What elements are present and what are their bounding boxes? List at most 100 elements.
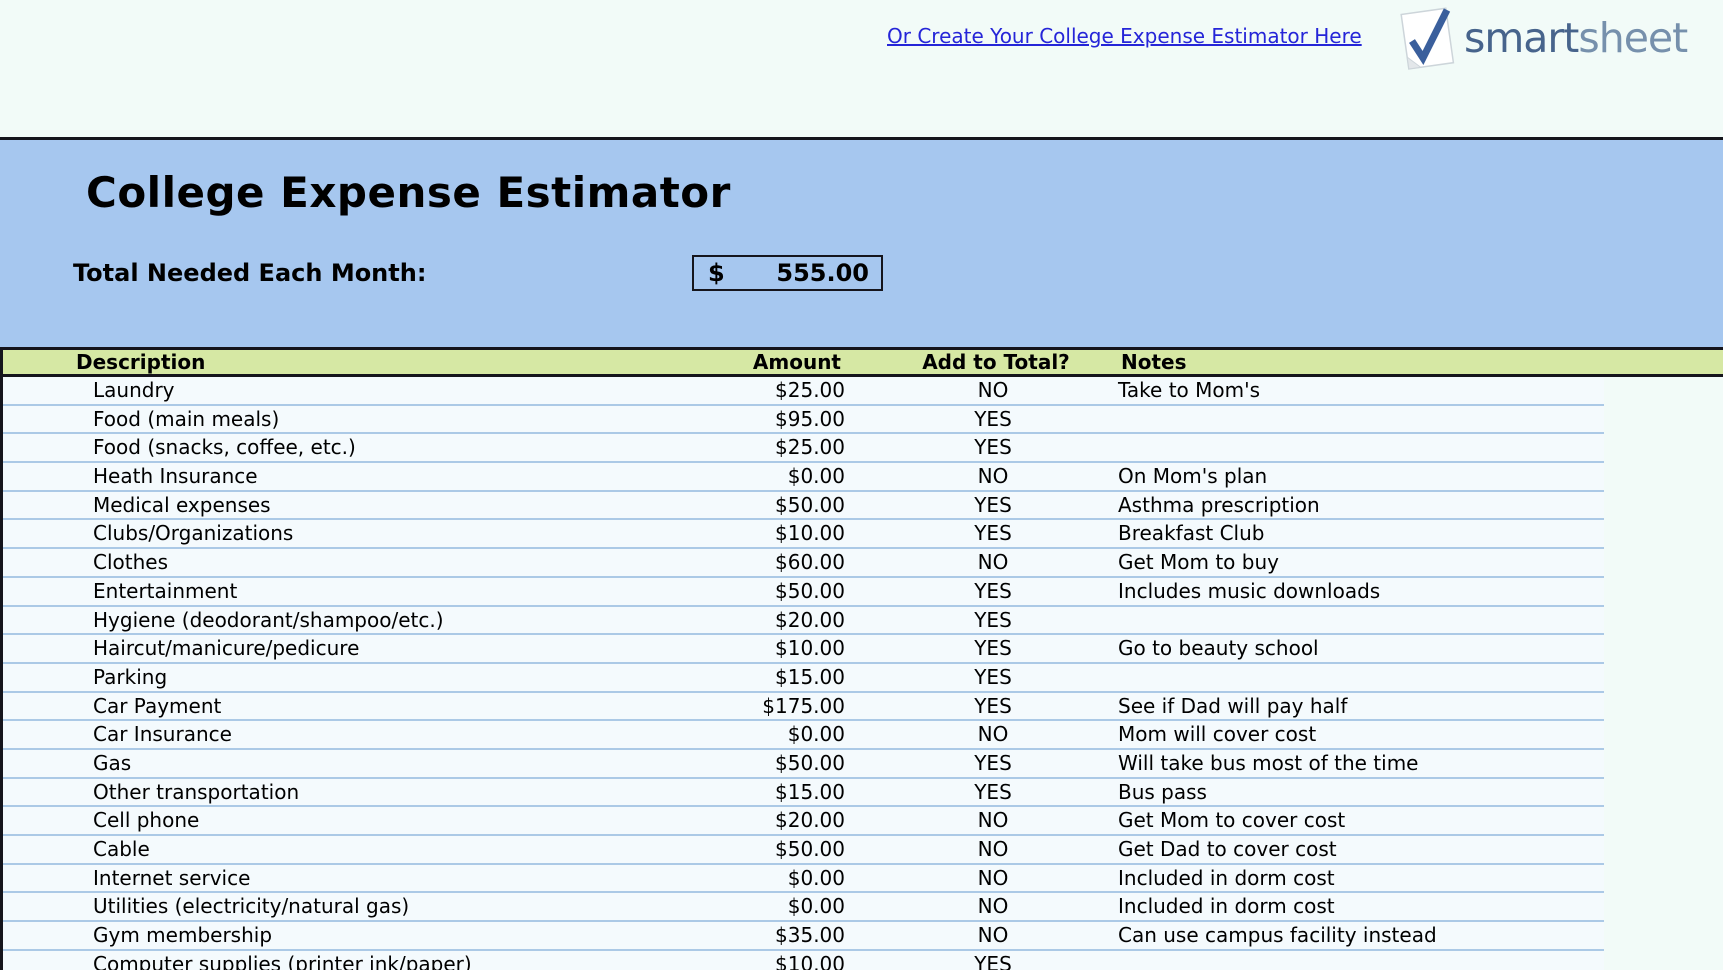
description-cell[interactable]: Food (main meals) — [93, 406, 279, 433]
add-to-total-cell[interactable]: YES — [887, 607, 1099, 634]
notes-cell[interactable]: Breakfast Club — [1118, 520, 1264, 547]
notes-cell[interactable]: Can use campus facility instead — [1118, 922, 1437, 949]
notes-cell[interactable]: Includes music downloads — [1118, 578, 1380, 605]
amount-cell[interactable]: $0.00 — [600, 893, 845, 920]
amount-cell[interactable]: $0.00 — [600, 463, 845, 490]
amount-cell[interactable]: $15.00 — [600, 779, 845, 806]
description-cell[interactable]: Entertainment — [93, 578, 237, 605]
table-row: Clothes $60.00 NO Get Mom to buy — [3, 549, 1604, 578]
notes-cell[interactable]: Get Dad to cover cost — [1118, 836, 1337, 863]
add-to-total-cell[interactable]: YES — [887, 693, 1099, 720]
amount-cell[interactable]: $50.00 — [600, 750, 845, 777]
add-to-total-cell[interactable]: YES — [887, 779, 1099, 806]
description-cell[interactable]: Cell phone — [93, 807, 199, 834]
description-cell[interactable]: Cable — [93, 836, 150, 863]
notes-cell[interactable]: Mom will cover cost — [1118, 721, 1316, 748]
description-cell[interactable]: Gas — [93, 750, 131, 777]
checkmark-page-icon — [1392, 2, 1470, 76]
amount-cell[interactable]: $35.00 — [600, 922, 845, 949]
description-cell[interactable]: Heath Insurance — [93, 463, 258, 490]
amount-cell[interactable]: $50.00 — [600, 492, 845, 519]
description-cell[interactable]: Car Insurance — [93, 721, 232, 748]
description-cell[interactable]: Hygiene (deodorant/shampoo/etc.) — [93, 607, 444, 634]
amount-cell[interactable]: $15.00 — [600, 664, 845, 691]
amount-cell[interactable]: $50.00 — [600, 578, 845, 605]
table-row: Cable $50.00 NO Get Dad to cover cost — [3, 836, 1604, 865]
notes-cell[interactable]: Included in dorm cost — [1118, 893, 1335, 920]
description-cell[interactable]: Laundry — [93, 377, 175, 404]
table-row: Gym membership $35.00 NO Can use campus … — [3, 922, 1604, 951]
amount-cell[interactable]: $10.00 — [600, 635, 845, 662]
amount-cell[interactable]: $95.00 — [600, 406, 845, 433]
notes-cell[interactable]: Get Mom to cover cost — [1118, 807, 1345, 834]
description-cell[interactable]: Internet service — [93, 865, 250, 892]
amount-cell[interactable]: $50.00 — [600, 836, 845, 863]
create-estimator-link[interactable]: Or Create Your College Expense Estimator… — [887, 24, 1362, 48]
add-to-total-cell[interactable]: YES — [887, 951, 1099, 970]
description-cell[interactable]: Computer supplies (printer ink/paper) — [93, 951, 472, 970]
table-row: Computer supplies (printer ink/paper) $1… — [3, 951, 1604, 970]
description-cell[interactable]: Medical expenses — [93, 492, 271, 519]
add-to-total-cell[interactable]: NO — [887, 836, 1099, 863]
notes-cell[interactable]: Go to beauty school — [1118, 635, 1319, 662]
add-to-total-cell[interactable]: YES — [887, 492, 1099, 519]
add-to-total-cell[interactable]: YES — [887, 635, 1099, 662]
add-to-total-cell[interactable]: YES — [887, 434, 1099, 461]
amount-cell[interactable]: $25.00 — [600, 434, 845, 461]
table-row: Entertainment $50.00 YES Includes music … — [3, 578, 1604, 607]
add-to-total-cell[interactable]: NO — [887, 807, 1099, 834]
description-cell[interactable]: Utilities (electricity/natural gas) — [93, 893, 409, 920]
notes-cell[interactable]: Take to Mom's — [1118, 377, 1260, 404]
add-to-total-cell[interactable]: NO — [887, 865, 1099, 892]
add-to-total-cell[interactable]: NO — [887, 893, 1099, 920]
add-to-total-cell[interactable]: NO — [887, 549, 1099, 576]
description-cell[interactable]: Other transportation — [93, 779, 299, 806]
amount-cell[interactable]: $10.00 — [600, 520, 845, 547]
add-to-total-cell[interactable]: NO — [887, 721, 1099, 748]
amount-cell[interactable]: $25.00 — [600, 377, 845, 404]
spreadsheet-page: Or Create Your College Expense Estimator… — [0, 0, 1723, 970]
amount-cell[interactable]: $0.00 — [600, 865, 845, 892]
table-row: Medical expenses $50.00 YES Asthma presc… — [3, 492, 1604, 521]
table-row: Hygiene (deodorant/shampoo/etc.) $20.00 … — [3, 607, 1604, 636]
amount-cell[interactable]: $175.00 — [600, 693, 845, 720]
add-to-total-cell[interactable]: YES — [887, 406, 1099, 433]
smartsheet-wordmark: smartsheet — [1464, 14, 1687, 62]
amount-cell[interactable]: $0.00 — [600, 721, 845, 748]
column-header-amount: Amount — [603, 350, 841, 374]
total-needed-cell[interactable]: $ 555.00 — [692, 255, 883, 291]
notes-cell[interactable]: Get Mom to buy — [1118, 549, 1279, 576]
notes-cell[interactable]: Will take bus most of the time — [1118, 750, 1418, 777]
table-row: Clubs/Organizations $10.00 YES Breakfast… — [3, 520, 1604, 549]
add-to-total-cell[interactable]: YES — [887, 664, 1099, 691]
notes-cell[interactable]: Bus pass — [1118, 779, 1207, 806]
amount-cell[interactable]: $10.00 — [600, 951, 845, 970]
description-cell[interactable]: Parking — [93, 664, 167, 691]
amount-cell[interactable]: $20.00 — [600, 607, 845, 634]
description-cell[interactable]: Car Payment — [93, 693, 221, 720]
add-to-total-cell[interactable]: YES — [887, 750, 1099, 777]
amount-cell[interactable]: $20.00 — [600, 807, 845, 834]
description-cell[interactable]: Clothes — [93, 549, 168, 576]
notes-cell[interactable]: On Mom's plan — [1118, 463, 1267, 490]
add-to-total-cell[interactable]: NO — [887, 922, 1099, 949]
add-to-total-cell[interactable]: NO — [887, 463, 1099, 490]
title-band: College Expense Estimator Total Needed E… — [0, 137, 1723, 347]
notes-cell[interactable]: Asthma prescription — [1118, 492, 1320, 519]
add-to-total-cell[interactable]: NO — [887, 377, 1099, 404]
logo-word-smart: smart — [1464, 14, 1578, 62]
total-currency-symbol: $ — [708, 259, 725, 287]
notes-cell[interactable]: Included in dorm cost — [1118, 865, 1335, 892]
amount-cell[interactable]: $60.00 — [600, 549, 845, 576]
table-row: Gas $50.00 YES Will take bus most of the… — [3, 750, 1604, 779]
description-cell[interactable]: Food (snacks, coffee, etc.) — [93, 434, 356, 461]
notes-cell[interactable]: See if Dad will pay half — [1118, 693, 1347, 720]
table-body: Laundry $25.00 NO Take to Mom's Food (ma… — [0, 377, 1723, 970]
add-to-total-cell[interactable]: YES — [887, 520, 1099, 547]
description-cell[interactable]: Clubs/Organizations — [93, 520, 293, 547]
table-row: Car Payment $175.00 YES See if Dad will … — [3, 693, 1604, 722]
smartsheet-logo[interactable]: smartsheet — [1392, 2, 1722, 76]
add-to-total-cell[interactable]: YES — [887, 578, 1099, 605]
description-cell[interactable]: Haircut/manicure/pedicure — [93, 635, 359, 662]
description-cell[interactable]: Gym membership — [93, 922, 272, 949]
